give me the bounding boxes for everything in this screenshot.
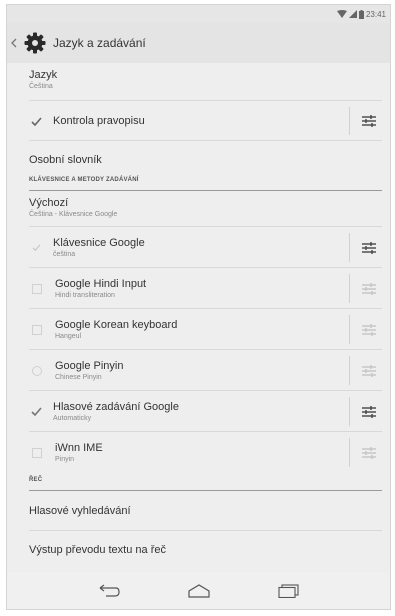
- settings-tune-icon[interactable]: [358, 445, 380, 461]
- keyboard-name: Google Korean keyboard: [55, 319, 178, 331]
- keyboard-item[interactable]: Google Hindi Input Hindi transliteration: [7, 268, 390, 309]
- home-icon[interactable]: [184, 579, 214, 603]
- divider: [349, 356, 350, 385]
- status-bar: 23:41: [7, 5, 390, 23]
- page-title: Jazyk a zadávání: [53, 36, 146, 50]
- keyboards-section-title: KLÁVESNICE A METODY ZADÁVÁNÍ: [29, 177, 139, 183]
- language-value: Čeština: [29, 83, 53, 90]
- keyboard-checkbox[interactable]: [32, 324, 42, 335]
- gear-icon[interactable]: [21, 23, 49, 63]
- keyboard-name: Hlasové zadávání Google: [53, 401, 179, 413]
- dictionary-label: Osobní slovník: [29, 154, 102, 166]
- default-input-title: Výchozí: [29, 197, 69, 209]
- language-title: Jazyk: [29, 69, 58, 81]
- navigation-bar: [7, 572, 390, 609]
- wifi-icon: [336, 10, 347, 18]
- keyboard-checkbox[interactable]: [32, 447, 42, 458]
- keyboard-checkbox[interactable]: [32, 365, 42, 376]
- keyboard-name: Google Pinyin: [55, 360, 124, 372]
- battery-icon: [358, 9, 364, 19]
- speech-section-title: ŘEČ: [29, 477, 43, 483]
- settings-tune-icon[interactable]: [358, 322, 380, 338]
- spellcheck-item[interactable]: Kontrola pravopisu: [7, 101, 390, 141]
- keyboard-subtitle: Hindi transliteration: [55, 292, 115, 299]
- voice-search-label: Hlasové vyhledávání: [29, 505, 131, 517]
- divider: [349, 274, 350, 303]
- settings-tune-icon[interactable]: [358, 113, 380, 129]
- spellcheck-label: Kontrola pravopisu: [53, 115, 145, 127]
- keyboards-section: KLÁVESNICE A METODY ZADÁVÁNÍ: [7, 175, 390, 191]
- action-bar: Jazyk a zadávání: [7, 23, 390, 63]
- personal-dictionary-item[interactable]: Osobní slovník: [7, 141, 390, 175]
- tts-label: Výstup převodu textu na řeč: [29, 544, 166, 556]
- keyboard-item[interactable]: iWnn IME Pinyin: [7, 432, 390, 473]
- settings-tune-icon[interactable]: [358, 281, 380, 297]
- keyboard-name: Google Hindi Input: [55, 278, 147, 290]
- settings-list: Jazyk Čeština Kontrola pravopisu Osobní …: [7, 63, 390, 565]
- divider: [349, 233, 350, 262]
- keyboard-name: Klávesnice Google: [53, 237, 145, 249]
- spellcheck-checkbox[interactable]: [29, 114, 43, 128]
- settings-tune-icon[interactable]: [358, 404, 380, 420]
- divider: [349, 397, 350, 426]
- keyboard-subtitle: Chinese Pinyin: [55, 374, 102, 381]
- divider: [349, 438, 350, 467]
- keyboard-item[interactable]: Google Pinyin Chinese Pinyin: [7, 350, 390, 391]
- screen: 23:41 Jazyk a zadávání Jazyk Čeština Kon…: [6, 4, 391, 610]
- keyboard-subtitle: Pinyin: [55, 456, 75, 463]
- settings-tune-icon[interactable]: [358, 363, 380, 379]
- keyboard-subtitle: Hangeul: [55, 333, 82, 340]
- keyboard-checkbox[interactable]: [29, 405, 43, 419]
- keyboard-item[interactable]: Klávesnice Google čeština: [7, 227, 390, 268]
- divider: [349, 107, 350, 135]
- back-icon[interactable]: [94, 579, 124, 603]
- default-input-item[interactable]: Výchozí Čeština - Klávesnice Google: [7, 191, 390, 227]
- back-chevron-icon[interactable]: [7, 23, 21, 63]
- keyboard-subtitle: čeština: [53, 251, 76, 258]
- default-input-value: Čeština - Klávesnice Google: [29, 211, 118, 218]
- settings-tune-icon[interactable]: [358, 240, 380, 256]
- recent-apps-icon[interactable]: [274, 579, 304, 603]
- tts-item[interactable]: Výstup převodu textu na řeč: [7, 531, 390, 565]
- clock: 23:41: [365, 9, 386, 19]
- keyboard-subtitle: Automaticky: [53, 415, 92, 422]
- language-item[interactable]: Jazyk Čeština: [7, 63, 390, 101]
- speech-section: ŘEČ: [7, 473, 390, 491]
- signal-icon: [348, 10, 357, 18]
- keyboard-item[interactable]: Hlasové zadávání Google Automaticky: [7, 391, 390, 432]
- keyboard-checkbox[interactable]: [29, 241, 43, 255]
- keyboard-checkbox[interactable]: [32, 283, 42, 294]
- keyboard-item[interactable]: Google Korean keyboard Hangeul: [7, 309, 390, 350]
- voice-search-item[interactable]: Hlasové vyhledávání: [7, 491, 390, 531]
- keyboard-name: iWnn IME: [55, 442, 103, 454]
- divider: [349, 315, 350, 344]
